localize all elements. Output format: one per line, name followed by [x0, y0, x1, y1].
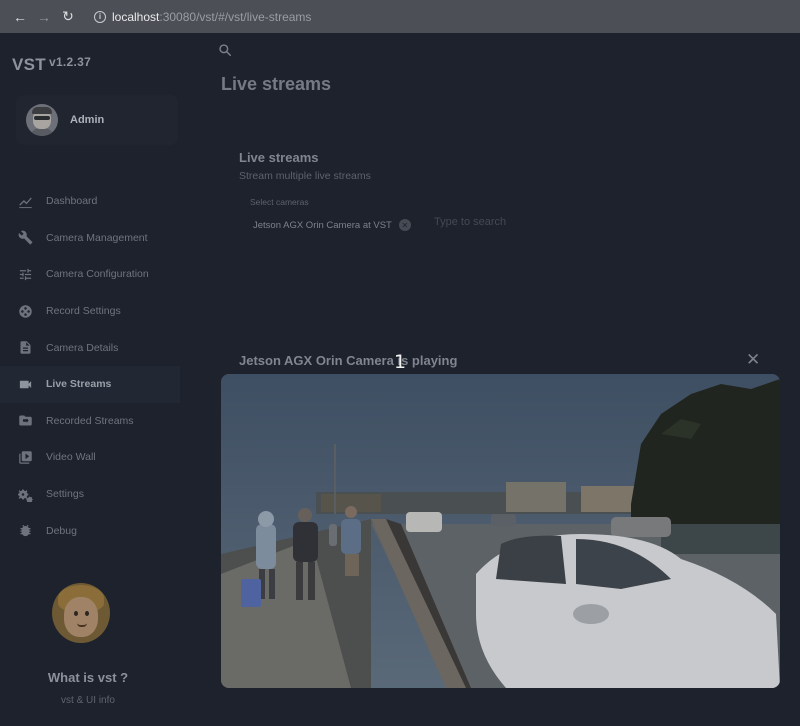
search-icon[interactable]	[218, 43, 232, 57]
selected-camera-label: Jetson AGX Orin Camera at VST	[253, 219, 392, 231]
sidebar-item-label: Camera Management	[46, 231, 148, 244]
user-name: Admin	[70, 114, 105, 126]
brand-logo[interactable]: VST v1.2.37	[12, 55, 91, 75]
document-icon	[17, 340, 33, 356]
promo-title: What is vst ?	[47, 670, 129, 685]
site-info-icon[interactable]: i	[94, 10, 106, 23]
sidebar-item-label: Live Streams	[46, 378, 112, 391]
main-content: Live streams Live streams Stream multipl…	[196, 33, 800, 726]
address-bar[interactable]: i localhost:30080/vst/#/vst/live-streams	[94, 10, 311, 24]
sidebar-item-video-wall[interactable]: Video Wall	[0, 439, 180, 476]
browser-toolbar: ← → ↻ i localhost:30080/vst/#/vst/live-s…	[0, 0, 800, 33]
overlay-number: 1	[394, 351, 407, 373]
brand-name: VST	[12, 55, 46, 74]
camera-search-input[interactable]	[434, 216, 594, 228]
sidebar-item-dashboard[interactable]: Dashboard	[0, 183, 180, 220]
camera-select-label: Select cameras	[250, 197, 309, 207]
brand-version: v1.2.37	[48, 55, 92, 69]
stream-title: Jetson AGX Orin Camera is playing	[239, 353, 458, 368]
url-path: :30080/vst/#/vst/live-streams	[159, 9, 312, 24]
wrench-icon	[17, 230, 33, 246]
app-root: VST v1.2.37 Admin Dashboard Camera Manage…	[0, 33, 800, 726]
sidebar-item-label: Recorded Streams	[46, 414, 134, 427]
video-folder-icon	[17, 413, 33, 429]
video-player[interactable]	[221, 374, 780, 688]
selected-camera-chip[interactable]: Jetson AGX Orin Camera at VST ✕	[253, 217, 411, 233]
chart-line-icon	[17, 193, 33, 209]
film-reel-icon	[17, 303, 33, 319]
videocam-icon	[17, 376, 33, 392]
bug-icon	[17, 523, 33, 539]
url-host: localhost	[112, 9, 160, 24]
sidebar-item-record-settings[interactable]: Record Settings	[0, 293, 180, 330]
sidebar-item-label: Video Wall	[46, 451, 96, 464]
sliders-icon	[17, 266, 33, 282]
sidebar-item-camera-details[interactable]: Camera Details	[0, 329, 180, 366]
back-icon[interactable]: ←	[8, 5, 32, 29]
sidebar-item-label: Dashboard	[46, 195, 98, 208]
user-card[interactable]: Admin	[16, 95, 178, 145]
promo-link[interactable]: vst & UI info	[0, 695, 176, 706]
sidebar-item-label: Camera Configuration	[46, 268, 149, 281]
sidebar: VST v1.2.37 Admin Dashboard Camera Manage…	[0, 33, 196, 726]
card-title: Live streams	[239, 150, 319, 165]
sidebar-item-camera-management[interactable]: Camera Management	[0, 220, 180, 257]
avatar	[26, 104, 58, 136]
card-subtitle: Stream multiple live streams	[239, 170, 371, 182]
close-icon[interactable]: ✕	[746, 351, 760, 368]
promo-illustration	[52, 583, 110, 643]
sidebar-item-label: Debug	[46, 524, 77, 537]
page-title: Live streams	[221, 74, 332, 94]
forward-icon[interactable]: →	[32, 5, 56, 29]
gears-icon	[17, 486, 33, 502]
sidebar-nav: Dashboard Camera Management Camera Confi…	[0, 183, 180, 549]
sidebar-item-recorded-streams[interactable]: Recorded Streams	[0, 403, 180, 440]
sidebar-item-live-streams[interactable]: Live Streams	[0, 365, 180, 403]
reload-icon[interactable]: ↻	[56, 5, 80, 29]
sidebar-item-camera-configuration[interactable]: Camera Configuration	[0, 256, 180, 293]
sidebar-item-label: Record Settings	[46, 305, 121, 318]
sidebar-item-debug[interactable]: Debug	[0, 512, 180, 549]
sidebar-item-label: Settings	[46, 488, 84, 501]
sidebar-item-label: Camera Details	[46, 341, 119, 354]
sidebar-item-settings[interactable]: Settings	[0, 476, 180, 513]
remove-chip-icon[interactable]: ✕	[398, 219, 411, 231]
video-library-icon	[17, 449, 33, 465]
